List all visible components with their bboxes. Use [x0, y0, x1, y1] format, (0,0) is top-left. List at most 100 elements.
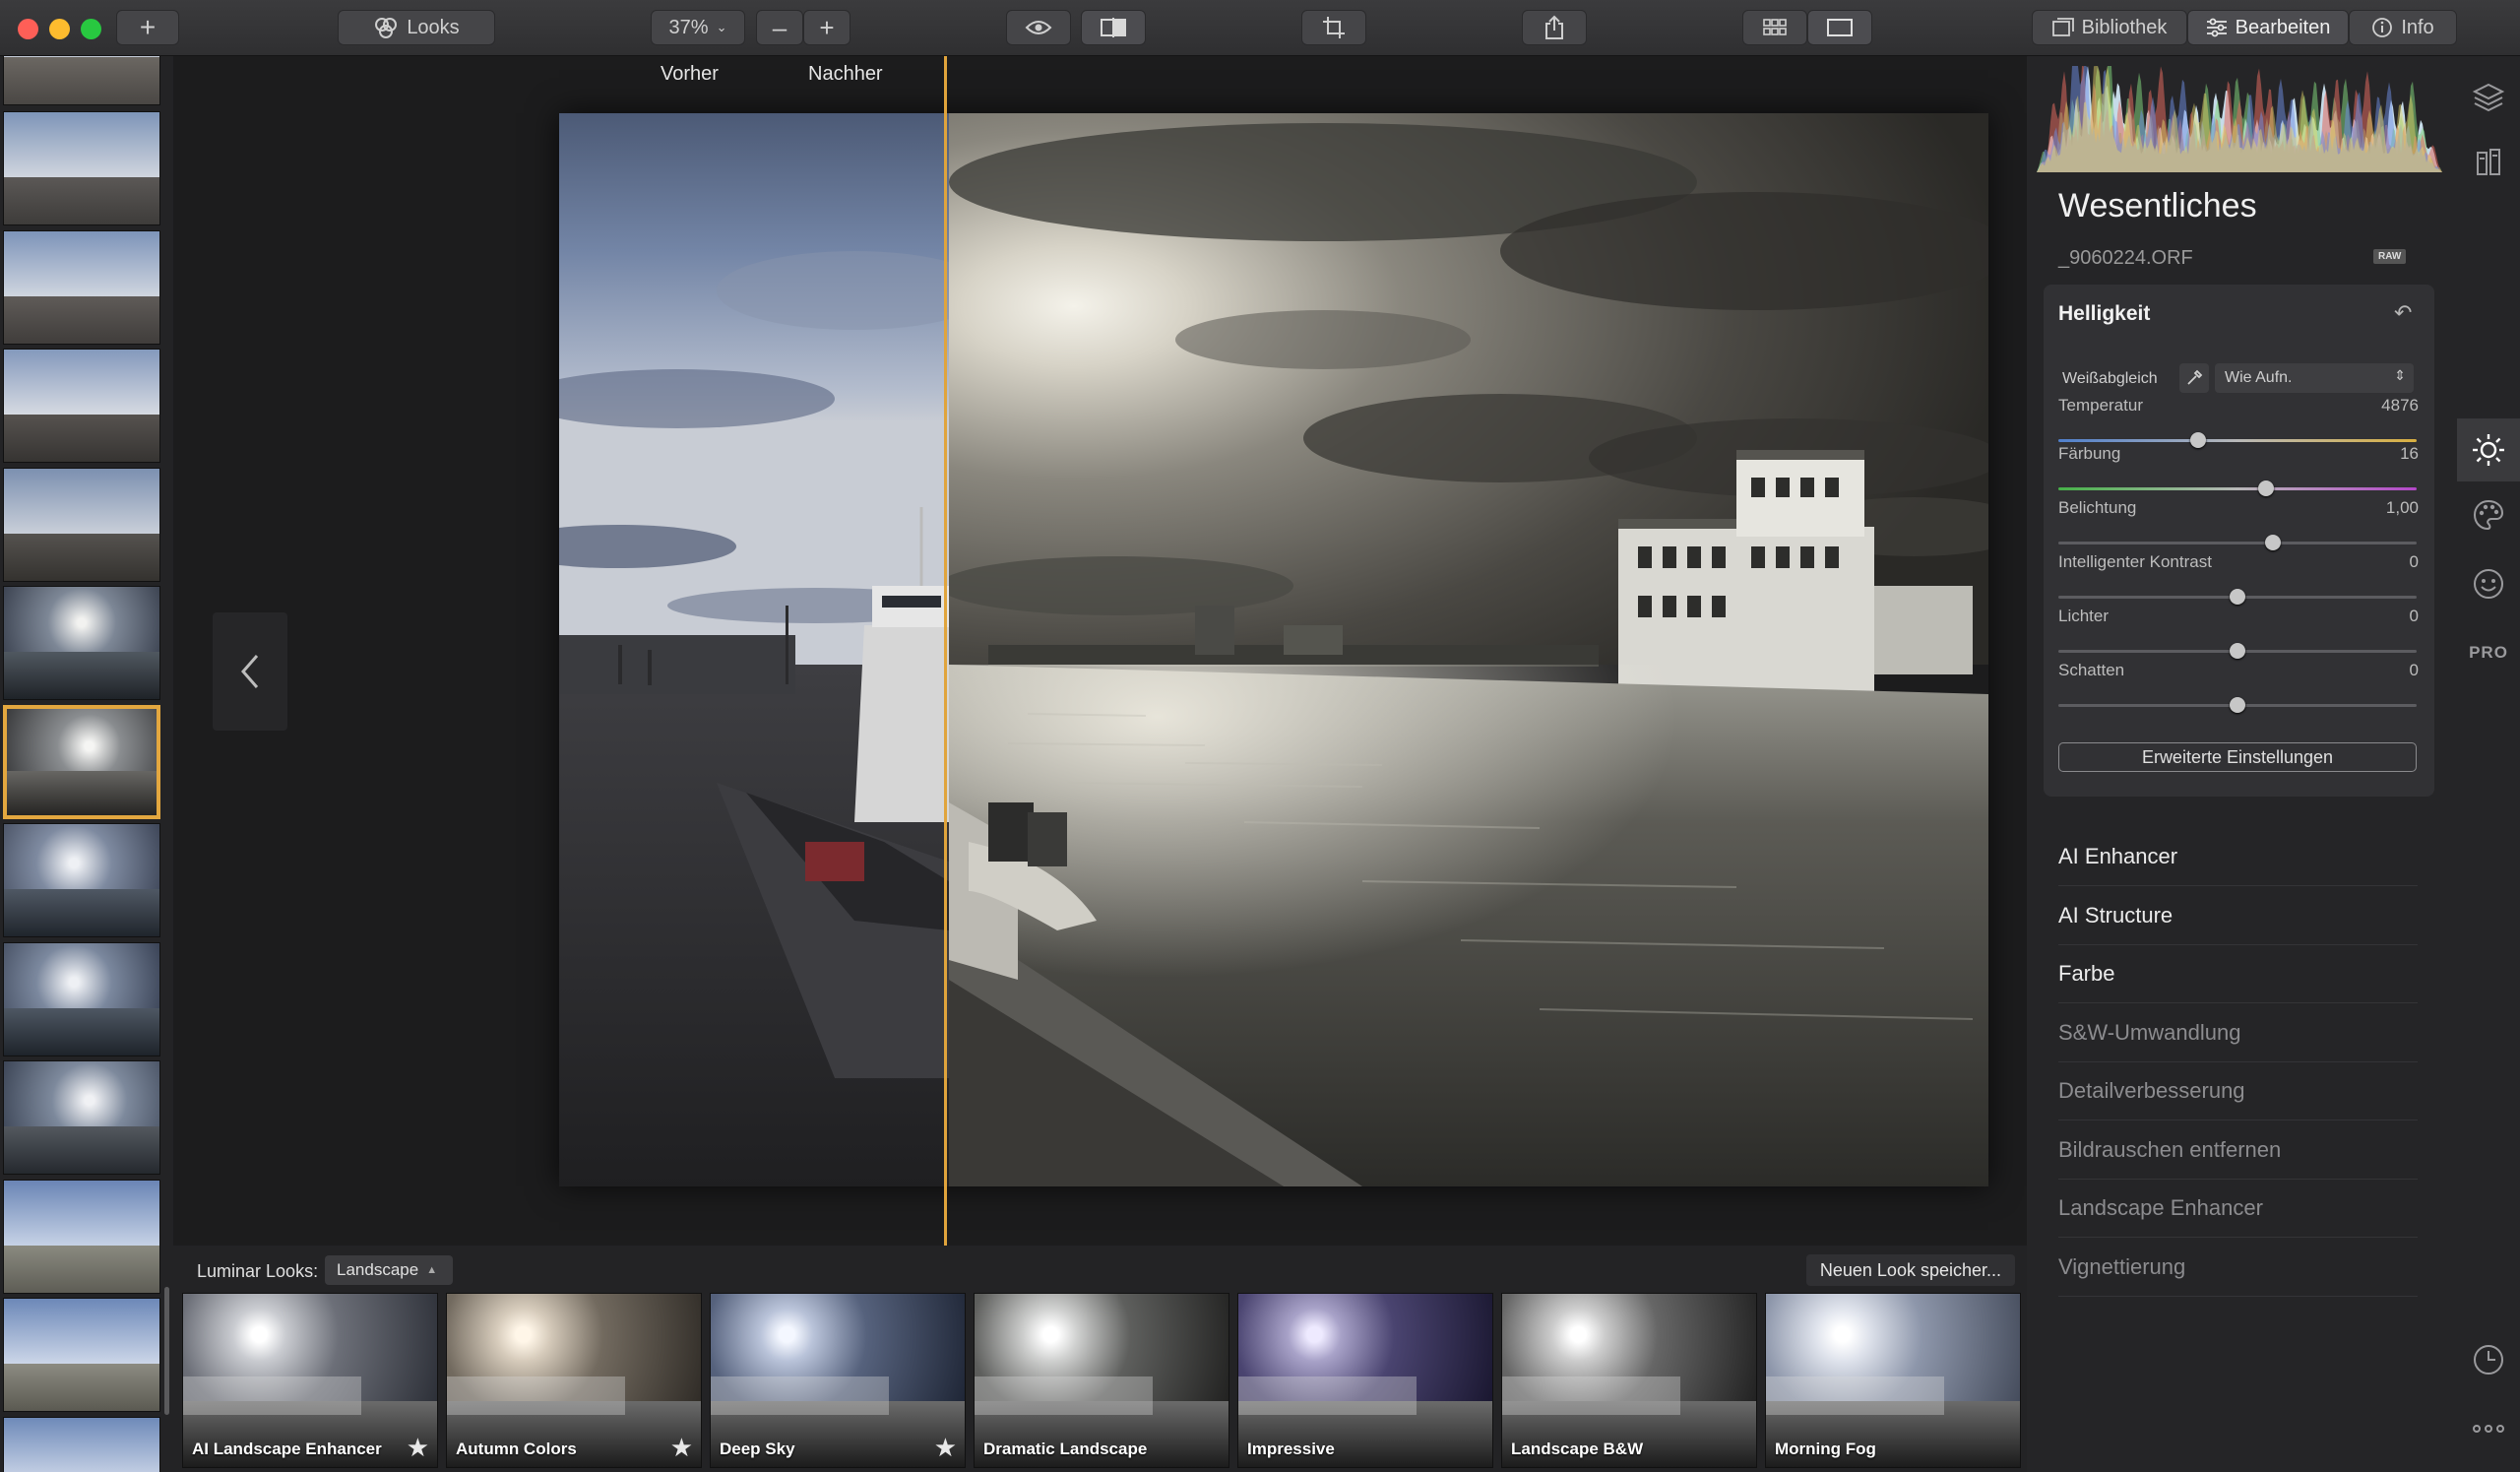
look-thumbnail[interactable]: Landscape B&W [1501, 1293, 1757, 1468]
slider-knob[interactable] [2258, 480, 2275, 496]
slider-label: Intelligenter Kontrast [2058, 552, 2212, 571]
zoom-window-button[interactable] [81, 19, 101, 39]
history-button[interactable] [2471, 1342, 2506, 1377]
layers-button[interactable] [2471, 80, 2506, 115]
favorite-star-icon[interactable]: ★ [670, 1433, 693, 1463]
look-thumbnail[interactable]: AI Landscape Enhancer ★ [182, 1293, 438, 1468]
slider-knob[interactable] [2189, 432, 2206, 448]
face-icon [2474, 569, 2503, 599]
look-name: AI Landscape Enhancer [192, 1440, 382, 1458]
favorite-star-icon[interactable]: ★ [407, 1433, 429, 1463]
palette-icon [2473, 499, 2504, 531]
slider-knob[interactable] [2265, 535, 2282, 550]
slider-track[interactable] [2058, 535, 2417, 550]
filmstrip-scrollbar[interactable] [164, 1287, 169, 1415]
single-view-button[interactable] [1807, 10, 1872, 45]
pro-category-button[interactable]: PRO [2469, 635, 2508, 671]
minus-icon: – [772, 12, 788, 42]
tool-item[interactable]: Detailverbesserung [2058, 1062, 2418, 1120]
slider-track[interactable] [2058, 697, 2417, 713]
look-thumbnail[interactable]: Dramatic Landscape [974, 1293, 1229, 1468]
photo[interactable] [559, 113, 1988, 1186]
looks-category-dropdown[interactable]: Landscape ▲ [325, 1255, 453, 1285]
before-label: Vorher [661, 63, 719, 85]
favorite-star-icon[interactable]: ★ [934, 1433, 957, 1463]
slider-track[interactable] [2058, 643, 2417, 659]
slider-value: 16 [2400, 444, 2419, 463]
filmstrip-thumbnail[interactable] [3, 586, 160, 700]
compare-view-button[interactable] [1081, 10, 1146, 45]
white-balance-label: Weißabgleich [2062, 370, 2158, 387]
look-thumbnail[interactable]: Morning Fog [1765, 1293, 2021, 1468]
portrait-category-button[interactable] [2471, 566, 2506, 602]
filmstrip-thumbnail[interactable] [3, 349, 160, 463]
edit-tab[interactable]: Bearbeiten [2187, 10, 2349, 45]
essentials-category-button[interactable] [2457, 418, 2520, 481]
close-window-button[interactable] [18, 19, 38, 39]
compare-divider-handle[interactable] [944, 56, 947, 1246]
slider-label: Belichtung [2058, 498, 2137, 517]
preview-button[interactable] [1006, 10, 1071, 45]
looks-button[interactable]: Looks [338, 10, 495, 45]
filmstrip-thumbnail[interactable] [3, 823, 160, 937]
minimize-window-button[interactable] [49, 19, 70, 39]
grid-view-button[interactable] [1742, 10, 1807, 45]
filmstrip-thumbnail[interactable] [3, 1298, 160, 1412]
filmstrip-thumbnail[interactable] [3, 1417, 160, 1472]
toolbar: + Looks 37% ⌄ – + Bibliothek Bearbeiten [0, 0, 2520, 56]
info-tab[interactable]: Info [2349, 10, 2457, 45]
filmstrip-thumbnail[interactable] [3, 56, 160, 105]
tool-item[interactable]: S&W-Umwandlung [2058, 1004, 2418, 1062]
filmstrip-thumbnail[interactable] [3, 1180, 160, 1294]
look-thumbnail[interactable]: Autumn Colors ★ [446, 1293, 702, 1468]
reset-icon[interactable]: ↶ [2394, 300, 2412, 326]
filmstrip-thumbnail[interactable] [3, 468, 160, 582]
save-new-look-button[interactable]: Neuen Look speicher... [1805, 1254, 2015, 1286]
library-tab[interactable]: Bibliothek [2032, 10, 2187, 45]
slider-knob[interactable] [2230, 589, 2245, 605]
clock-icon [2474, 1345, 2503, 1375]
slider-label: Temperatur [2058, 396, 2143, 415]
slider-knob[interactable] [2230, 697, 2245, 713]
previous-image-button[interactable] [213, 612, 287, 731]
slider-track[interactable] [2058, 589, 2417, 605]
look-thumbnail[interactable]: Deep Sky ★ [710, 1293, 966, 1468]
tool-item[interactable]: Landscape Enhancer [2058, 1180, 2418, 1238]
filmstrip-thumbnail[interactable] [3, 230, 160, 345]
look-name: Autumn Colors [456, 1440, 577, 1458]
tool-item[interactable]: AI Enhancer [2058, 828, 2418, 886]
white-balance-dropdown[interactable]: Wie Aufn. ⇕ [2215, 363, 2414, 393]
filmstrip-thumbnail[interactable] [3, 111, 160, 225]
advanced-settings-button[interactable]: Erweiterte Einstellungen [2058, 742, 2417, 772]
look-name: Morning Fog [1775, 1440, 1876, 1458]
canvas-button[interactable] [2471, 145, 2506, 180]
library-icon [2051, 18, 2074, 36]
slider-track[interactable] [2058, 480, 2417, 496]
share-button[interactable] [1522, 10, 1587, 45]
sliders-icon [2206, 18, 2227, 37]
look-thumbnail[interactable]: Impressive [1237, 1293, 1493, 1468]
chevron-up-icon: ▲ [426, 1264, 438, 1276]
more-button[interactable] [2471, 1411, 2506, 1446]
add-button[interactable]: + [116, 10, 179, 45]
creative-category-button[interactable] [2471, 497, 2506, 533]
split-view-icon [1101, 18, 1126, 37]
slider-knob[interactable] [2230, 643, 2245, 659]
crop-button[interactable] [1301, 10, 1366, 45]
filmstrip-thumbnail[interactable] [3, 942, 160, 1056]
plus-icon: + [139, 12, 157, 42]
zoom-out-button[interactable]: – [756, 10, 803, 45]
section-title: Helligkeit [2058, 302, 2151, 325]
slider-track[interactable] [2058, 432, 2417, 448]
slider-value: 0 [2409, 607, 2419, 625]
tool-item[interactable]: Bildrauschen entfernen [2058, 1121, 2418, 1180]
tool-item[interactable]: AI Structure [2058, 887, 2418, 945]
eyedropper-button[interactable] [2179, 363, 2209, 393]
zoom-dropdown[interactable]: 37% ⌄ [651, 10, 745, 45]
tool-item[interactable]: Vignettierung [2058, 1239, 2418, 1297]
slider-value: 4876 [2381, 396, 2419, 415]
tool-item[interactable]: Farbe [2058, 945, 2418, 1003]
zoom-in-button[interactable]: + [803, 10, 850, 45]
filmstrip-thumbnail-selected[interactable] [3, 705, 160, 819]
filmstrip-thumbnail[interactable] [3, 1060, 160, 1175]
